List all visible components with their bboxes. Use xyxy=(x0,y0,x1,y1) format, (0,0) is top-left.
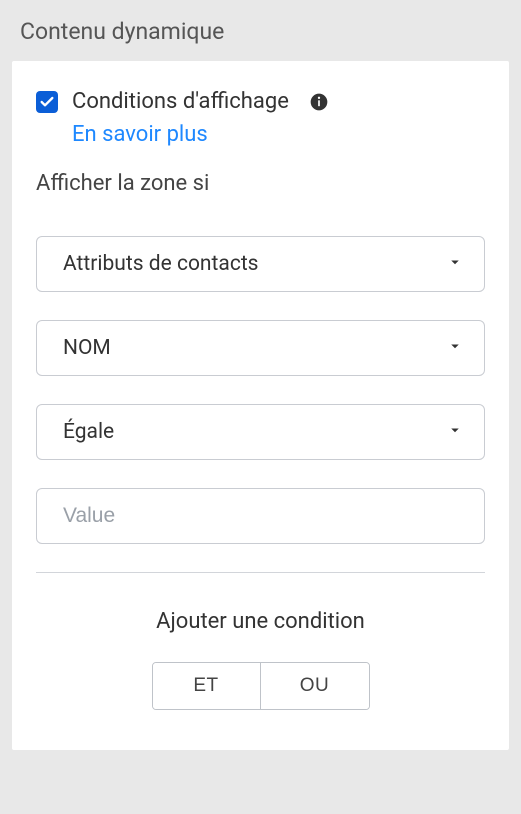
operator-value: Égale xyxy=(63,420,114,444)
attribute-source-select[interactable]: Attributs de contacts xyxy=(36,236,485,292)
attribute-name-value: NOM xyxy=(63,336,111,360)
add-condition-label: Ajouter une condition xyxy=(36,609,485,634)
panel-title: Contenu dynamique xyxy=(0,0,521,61)
or-button[interactable]: OU xyxy=(261,663,369,709)
conditions-row: Conditions d'affichage xyxy=(36,89,485,114)
value-input[interactable] xyxy=(63,504,464,528)
info-icon[interactable] xyxy=(309,92,329,112)
conditions-checkbox[interactable] xyxy=(36,91,58,113)
chevron-down-icon xyxy=(446,337,464,359)
attribute-name-select[interactable]: NOM xyxy=(36,320,485,376)
check-icon xyxy=(39,94,55,110)
logic-button-group: ET OU xyxy=(36,662,485,710)
show-zone-label: Afficher la zone si xyxy=(36,171,485,196)
divider xyxy=(36,572,485,573)
operator-select[interactable]: Égale xyxy=(36,404,485,460)
panel-body: Conditions d'affichage En savoir plus Af… xyxy=(12,61,509,750)
chevron-down-icon xyxy=(446,421,464,443)
attribute-source-value: Attributs de contacts xyxy=(63,252,259,276)
learn-more-link[interactable]: En savoir plus xyxy=(72,122,208,147)
and-button[interactable]: ET xyxy=(153,663,261,709)
value-input-wrapper[interactable] xyxy=(36,488,485,544)
chevron-down-icon xyxy=(446,253,464,275)
conditions-label: Conditions d'affichage xyxy=(72,89,289,114)
